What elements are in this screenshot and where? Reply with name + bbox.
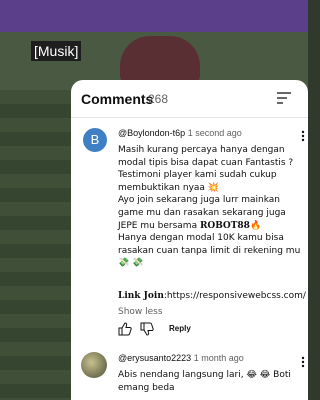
comment-bold-text: 𝐑𝐎𝐁𝐎𝐓𝟖𝟖: [199, 220, 250, 231]
dislike-icon[interactable]: [140, 322, 154, 336]
grass-field: [0, 90, 80, 400]
comment-author[interactable]: @erysusanto2223: [118, 353, 191, 363]
avatar[interactable]: [81, 352, 107, 378]
comment-text: Masih kurang percaya hanya dengan modal …: [118, 144, 306, 270]
video-caption: [Musik]: [31, 41, 82, 61]
comment-text-part: Masih kurang percaya hanya dengan modal …: [118, 145, 294, 231]
comment-text: Abis nendang langsung lari, 😂 😂 Boti ema…: [118, 370, 294, 393]
comment-author-line: @Boylondon-t6p 1 second ago: [118, 128, 242, 138]
like-icon[interactable]: [118, 322, 132, 336]
comment-time[interactable]: 1 month ago: [194, 353, 244, 363]
comment-author[interactable]: @Boylondon-t6p: [118, 128, 185, 138]
more-options-icon[interactable]: [301, 356, 305, 368]
comments-count: 268: [148, 92, 169, 106]
avatar[interactable]: B: [83, 128, 107, 152]
video-top-strip: [0, 0, 308, 32]
comment-time[interactable]: 1 second ago: [188, 128, 242, 138]
show-less-button[interactable]: Show less: [118, 307, 163, 317]
comments-title: Comments: [81, 91, 154, 107]
comment-link[interactable]: :https://responsivewebcss.com/: [164, 291, 306, 301]
link-label: 𝐋𝐢𝐧𝐤 𝐉𝐨𝐢𝐧: [118, 291, 164, 301]
more-options-icon[interactable]: [301, 130, 305, 142]
comments-header: Comments 268: [71, 80, 308, 118]
comment-link-line: 𝐋𝐢𝐧𝐤 𝐉𝐨𝐢𝐧:https://responsivewebcss.com/: [118, 291, 306, 301]
comment-author-line: @erysusanto2223 1 month ago: [118, 353, 244, 363]
comments-panel: Comments 268 B @Boylondon-t6p 1 second a…: [71, 80, 308, 400]
reply-button[interactable]: Reply: [169, 324, 191, 333]
player-figure: [120, 36, 200, 82]
sort-icon[interactable]: [277, 92, 291, 104]
